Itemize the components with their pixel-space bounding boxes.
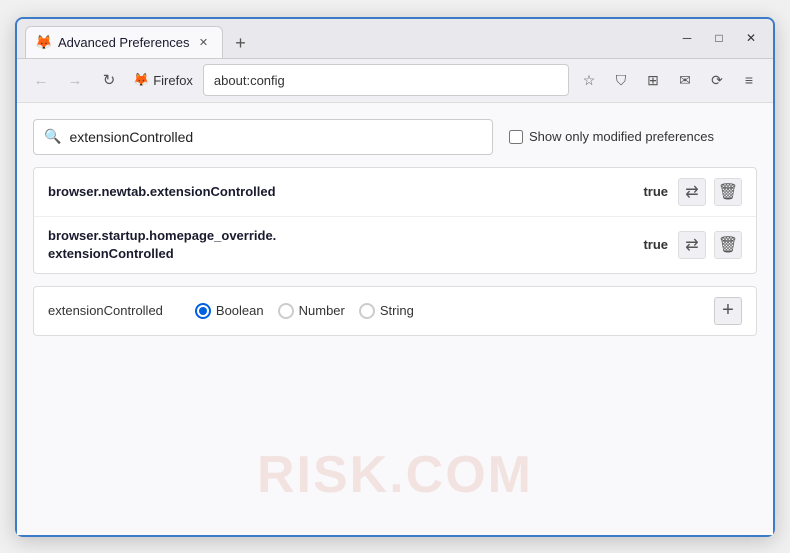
string-radio-circle[interactable]	[359, 303, 375, 319]
title-bar: 🦊 Advanced Preferences ✕ + ─ □ ✕	[17, 19, 773, 59]
search-input-wrap[interactable]: 🔍	[33, 119, 493, 155]
address-text: about:config	[214, 73, 285, 88]
bookmark-icon[interactable]: ☆	[575, 66, 603, 94]
search-input[interactable]	[69, 129, 482, 145]
swap-button[interactable]: ⇄	[678, 231, 706, 259]
watermark: RISK.COM	[257, 445, 533, 505]
table-row: browser.newtab.extensionControlled true …	[34, 168, 756, 217]
string-option[interactable]: String	[359, 303, 414, 319]
table-row: browser.startup.homepage_override. exten…	[34, 217, 756, 273]
mail-icon[interactable]: ✉	[671, 66, 699, 94]
new-pref-name: extensionControlled	[48, 303, 163, 318]
firefox-label: Firefox	[153, 73, 193, 88]
minimize-button[interactable]: ─	[673, 27, 701, 49]
firefox-flame-icon: 🦊	[133, 72, 149, 88]
extensions-icon[interactable]: ⊞	[639, 66, 667, 94]
tab-area: 🦊 Advanced Preferences ✕ +	[25, 19, 673, 58]
maximize-button[interactable]: □	[705, 27, 733, 49]
new-tab-button[interactable]: +	[227, 30, 255, 58]
close-button[interactable]: ✕	[737, 27, 765, 49]
new-pref-row: extensionControlled Boolean Number Strin…	[33, 286, 757, 336]
pref-value: true	[643, 184, 668, 199]
search-container: 🔍 Show only modified preferences	[33, 119, 757, 155]
search-icon: 🔍	[44, 128, 61, 145]
add-pref-button[interactable]: +	[714, 297, 742, 325]
pref-value: true	[643, 237, 668, 252]
window-controls: ─ □ ✕	[673, 27, 765, 49]
address-bar[interactable]: about:config	[203, 64, 569, 96]
boolean-radio-circle[interactable]	[195, 303, 211, 319]
tab-firefox-icon: 🦊	[36, 34, 52, 50]
boolean-option[interactable]: Boolean	[195, 303, 264, 319]
shield-icon[interactable]: ⛉	[607, 66, 635, 94]
modified-filter-label[interactable]: Show only modified preferences	[509, 129, 714, 144]
row-actions: ⇄ 🗑	[678, 231, 742, 259]
navigation-bar: ← → ↻ 🦊 Firefox about:config ☆ ⛉ ⊞ ✉ ⟳ ≡	[17, 59, 773, 103]
number-label: Number	[299, 303, 345, 318]
row-actions: ⇄ 🗑	[678, 178, 742, 206]
firefox-logo: 🦊 Firefox	[129, 72, 197, 88]
type-radio-group: Boolean Number String	[195, 303, 414, 319]
modified-filter-text: Show only modified preferences	[529, 129, 714, 144]
boolean-label: Boolean	[216, 303, 264, 318]
tab-label: Advanced Preferences	[58, 35, 190, 50]
delete-button[interactable]: 🗑	[714, 178, 742, 206]
menu-button[interactable]: ≡	[735, 66, 763, 94]
refresh-button[interactable]: ↻	[95, 66, 123, 94]
delete-button[interactable]: 🗑	[714, 231, 742, 259]
pref-name-line1: browser.startup.homepage_override.	[48, 227, 633, 245]
pref-name-line2: extensionControlled	[48, 245, 633, 263]
content-area: RISK.COM 🔍 Show only modified preference…	[17, 103, 773, 535]
browser-window: 🦊 Advanced Preferences ✕ + ─ □ ✕ ← → ↻ 🦊…	[15, 17, 775, 537]
pref-name-wrap: browser.newtab.extensionControlled	[48, 183, 633, 201]
tab-close-button[interactable]: ✕	[196, 34, 212, 50]
back-button[interactable]: ←	[27, 66, 55, 94]
pref-name-wrap: browser.startup.homepage_override. exten…	[48, 227, 633, 263]
number-option[interactable]: Number	[278, 303, 345, 319]
results-table: browser.newtab.extensionControlled true …	[33, 167, 757, 274]
pref-name-multiline: browser.startup.homepage_override. exten…	[48, 227, 633, 263]
modified-filter-checkbox[interactable]	[509, 130, 523, 144]
active-tab[interactable]: 🦊 Advanced Preferences ✕	[25, 26, 223, 58]
sync-icon[interactable]: ⟳	[703, 66, 731, 94]
string-label: String	[380, 303, 414, 318]
swap-button[interactable]: ⇄	[678, 178, 706, 206]
number-radio-circle[interactable]	[278, 303, 294, 319]
pref-name: browser.newtab.extensionControlled	[48, 184, 276, 199]
nav-icons-right: ☆ ⛉ ⊞ ✉ ⟳ ≡	[575, 66, 763, 94]
forward-button[interactable]: →	[61, 66, 89, 94]
